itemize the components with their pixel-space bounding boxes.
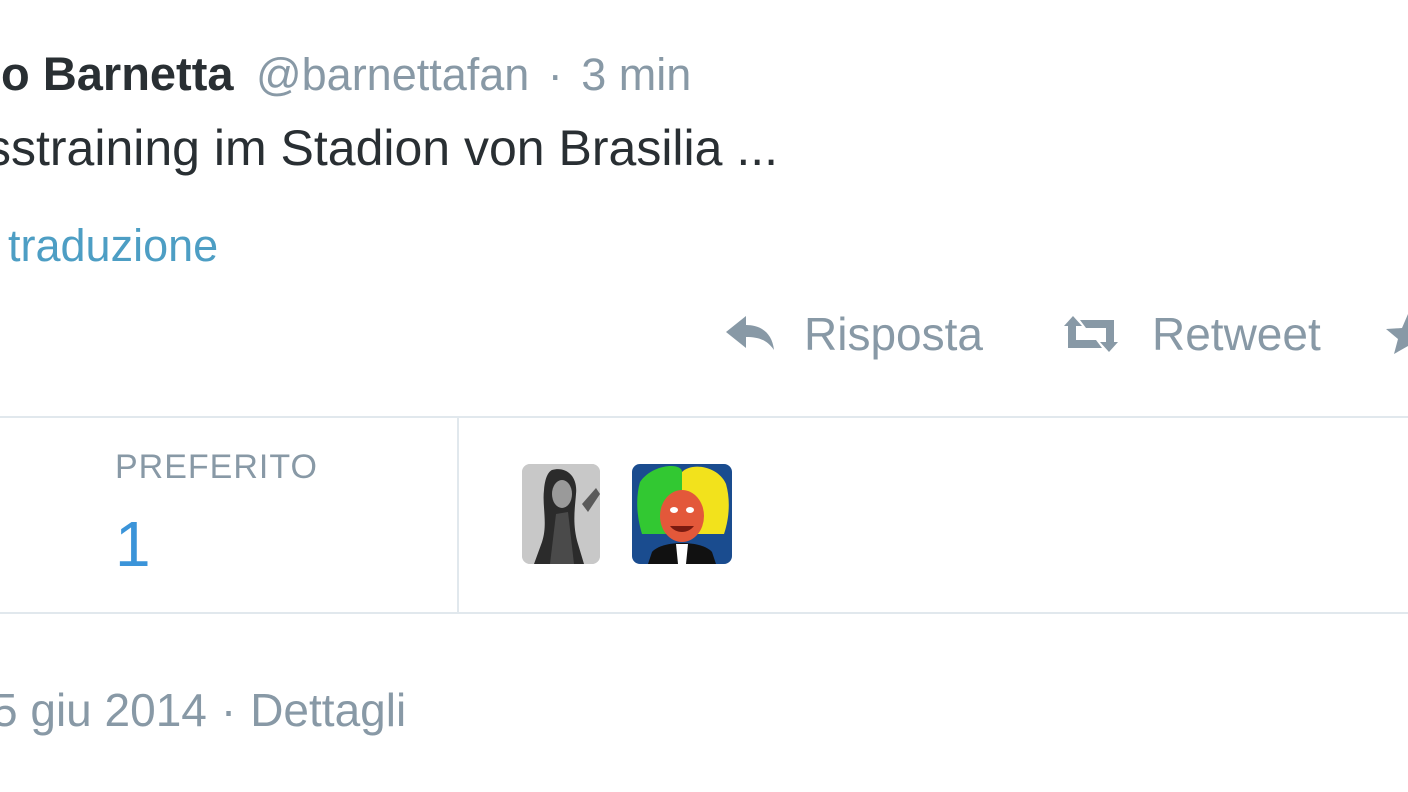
favorites-label: PREFERITO	[115, 448, 318, 486]
author-name[interactable]: lo Barnetta	[0, 47, 234, 100]
reply-button[interactable]: Risposta	[722, 302, 983, 366]
favoriter-avatar[interactable]	[522, 464, 600, 564]
reply-icon	[722, 312, 778, 356]
favorite-button[interactable]	[1384, 302, 1408, 366]
tweet-footer: 5 giu 2014 · Dettagli	[0, 680, 406, 740]
reply-label: Risposta	[804, 308, 983, 360]
details-link[interactable]: Dettagli	[250, 684, 406, 736]
star-icon	[1384, 312, 1408, 356]
stats-divider-vertical	[457, 418, 459, 612]
favoriter-avatar[interactable]	[632, 464, 732, 564]
tweet-date: 5 giu 2014	[0, 684, 207, 736]
tweet-text: sstraining im Stadion von Brasilia ...	[0, 120, 779, 176]
tweet-timestamp[interactable]: 3 min	[581, 49, 691, 100]
footer-separator: ·	[220, 684, 237, 736]
retweet-label: Retweet	[1152, 308, 1321, 360]
tweet-detail: lo Barnetta @barnettafan · 3 min sstrain…	[0, 0, 1408, 792]
author-handle[interactable]: @barnettafan	[256, 49, 529, 100]
retweet-icon	[1060, 312, 1122, 356]
tweet-header: lo Barnetta @barnettafan · 3 min	[0, 44, 691, 116]
avatar-green-yellow-wig	[632, 464, 732, 564]
translate-link[interactable]: traduzione	[8, 218, 218, 274]
avatar-woman-bw	[522, 464, 600, 564]
stats-divider-bottom	[0, 612, 1408, 614]
header-separator: ·	[547, 49, 563, 100]
favorites-count: 1	[115, 508, 151, 580]
stats-divider-top	[0, 416, 1408, 418]
retweet-button[interactable]: Retweet	[1060, 302, 1321, 366]
